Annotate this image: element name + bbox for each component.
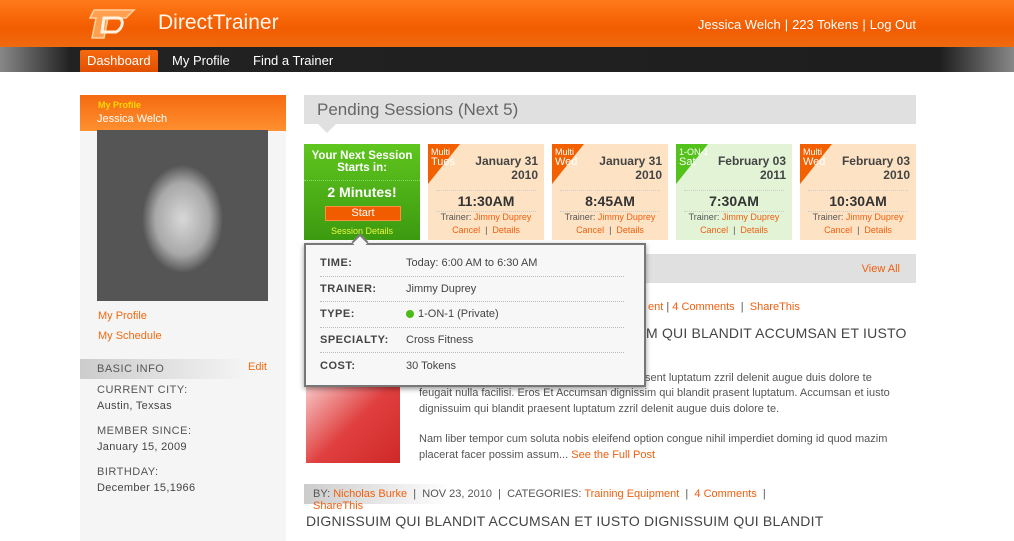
cancel-link[interactable]: Cancel — [824, 225, 852, 235]
post-meta: ent | 4 Comments | ShareThis — [648, 301, 800, 313]
sidebar-section-label: My Profile — [98, 100, 142, 110]
view-all-link[interactable]: View All — [862, 263, 900, 275]
session-actions: Cancel | Details — [452, 225, 520, 235]
session-time: 11:30AM — [436, 190, 536, 212]
my-profile-link[interactable]: My Profile — [98, 310, 147, 322]
session-type: Multi Tues — [431, 147, 456, 168]
post-title[interactable]: DIGNISSUIM QUI BLANDIT ACCUMSAN ET IUSTO… — [306, 513, 823, 529]
session-type: Multi Wed — [803, 147, 826, 168]
details-link[interactable]: Details — [740, 225, 768, 235]
nav-bar: Dashboard My Profile Find a Trainer — [0, 47, 1014, 72]
popup-row-specialty: SPECIALTY: Cross Fitness — [320, 328, 624, 353]
full-post-link[interactable]: See the Full Post — [571, 449, 655, 461]
session-trainer: Trainer: Jimmy Duprey — [440, 212, 532, 222]
field-value: December 15,1966 — [97, 482, 196, 494]
field-label: MEMBER SINCE: — [97, 425, 192, 437]
session-date: February 03 2011 — [717, 154, 786, 182]
details-link[interactable]: Details — [616, 225, 644, 235]
post-thumbnail — [306, 385, 400, 463]
nav-find-trainer[interactable]: Find a Trainer — [246, 50, 340, 72]
logout-link[interactable]: Log Out — [870, 17, 916, 32]
nav-dashboard[interactable]: Dashboard — [80, 50, 158, 72]
share-link[interactable]: ShareThis — [750, 301, 800, 313]
field-value: Austin, Texsas — [97, 400, 172, 412]
post-date: NOV 23, 2010 — [422, 488, 492, 500]
trainer-link[interactable]: Jimmy Duprey — [598, 212, 656, 222]
author-link[interactable]: Nicholas Burke — [333, 488, 407, 500]
tokens-link[interactable]: 223 Tokens — [792, 17, 858, 32]
cancel-link[interactable]: Cancel — [576, 225, 604, 235]
field-value: January 15, 2009 — [97, 441, 187, 453]
cancel-link[interactable]: Cancel — [700, 225, 728, 235]
session-type: 1-ON-1 Sat — [679, 147, 709, 168]
session-card: Multi Tues January 31 2010 11:30AM Trainer… — [428, 144, 544, 240]
popup-row-trainer: TRAINER: Jimmy Duprey — [320, 277, 624, 302]
countdown: 2 Minutes! — [304, 180, 420, 200]
post-text: sent luptatum zzril delenit augue duis d… — [645, 372, 872, 384]
details-link[interactable]: Details — [492, 225, 520, 235]
session-date: January 31 2010 — [599, 154, 662, 182]
session-date: January 31 2010 — [475, 154, 538, 182]
share-link[interactable]: ShareThis — [313, 500, 363, 512]
session-date: February 03 2010 — [841, 154, 910, 182]
next-session-card: Your Next Session Starts in: 2 Minutes! … — [304, 144, 420, 240]
post-meta-bar: BY: Nicholas Burke | NOV 23, 2010 | CATE… — [304, 484, 794, 512]
comments-link[interactable]: 4 Comments — [672, 301, 734, 313]
blog-header-bar: View All — [645, 254, 916, 283]
start-button[interactable]: Start — [325, 206, 401, 221]
session-details-popup: TIME: Today: 6:00 AM to 6:30 AM TRAINER: J… — [304, 243, 646, 387]
popup-row-time: TIME: Today: 6:00 AM to 6:30 AM — [320, 251, 624, 277]
session-time: 10:30AM — [808, 190, 908, 212]
profile-photo — [97, 130, 268, 301]
comments-link[interactable]: 4 Comments — [694, 488, 756, 500]
user-bar: Jessica Welch | 223 Tokens | Log Out — [698, 17, 916, 32]
session-card: Multi Wed January 31 2010 8:45AM Trainer: … — [552, 144, 668, 240]
details-link[interactable]: Details — [864, 225, 892, 235]
trainer-link[interactable]: Jimmy Duprey — [474, 212, 532, 222]
session-actions: Cancel | Details — [824, 225, 892, 235]
session-actions: Cancel | Details — [576, 225, 644, 235]
session-time: 8:45AM — [560, 190, 660, 212]
sidebar-header: My Profile Jessica Welch — [80, 95, 286, 131]
edit-link[interactable]: Edit — [248, 361, 267, 373]
brand-name[interactable]: DirectTrainer — [158, 11, 279, 35]
session-trainer: Trainer: Jimmy Duprey — [688, 212, 780, 222]
post-excerpt: Nam liber tempor cum soluta nobis eleife… — [419, 433, 888, 461]
session-card: 1-ON-1 Sat February 03 2011 7:30AM Trainer… — [676, 144, 792, 240]
field-label: CURRENT CITY: — [97, 384, 188, 396]
basic-info-heading: BASIC INFO — [97, 363, 165, 375]
session-details-link[interactable]: Session Details — [304, 226, 420, 236]
cancel-link[interactable]: Cancel — [452, 225, 480, 235]
session-trainer: Trainer: Jimmy Duprey — [564, 212, 656, 222]
nav-my-profile[interactable]: My Profile — [165, 50, 237, 72]
basic-info-bar: BASIC INFO — [80, 359, 250, 379]
session-type: Multi Wed — [555, 147, 578, 168]
user-name-link[interactable]: Jessica Welch — [698, 17, 781, 32]
trainer-link[interactable]: Jimmy Duprey — [846, 212, 904, 222]
category-link[interactable]: ent — [648, 301, 663, 313]
trainer-link[interactable]: Jimmy Duprey — [722, 212, 780, 222]
next-line1: Your Next Session — [311, 150, 413, 162]
post-text: feugait nulla facilisi. Eros Et Accumsan… — [419, 387, 890, 415]
pending-sessions-title: Pending Sessions (Next 5) — [304, 95, 916, 124]
profile-name: Jessica Welch — [97, 113, 168, 125]
status-dot-icon — [406, 310, 414, 319]
separator: | — [784, 17, 789, 32]
next-line2: Starts in: — [337, 162, 387, 174]
session-trainer: Trainer: Jimmy Duprey — [812, 212, 904, 222]
post-title[interactable]: M QUI BLANDIT ACCUMSAN ET IUSTO — [646, 325, 907, 341]
popup-row-type: TYPE: 1-ON-1 (Private) — [320, 302, 624, 328]
field-label: BIRTHDAY: — [97, 466, 159, 478]
popup-row-cost: COST: 30 Tokens — [320, 359, 456, 372]
session-actions: Cancel | Details — [700, 225, 768, 235]
logo-icon[interactable] — [86, 4, 142, 42]
category-link[interactable]: Training Equipment — [584, 488, 679, 500]
separator: | — [862, 17, 866, 32]
session-card: Multi Wed February 03 2010 10:30AM Trainer… — [800, 144, 916, 240]
my-schedule-link[interactable]: My Schedule — [98, 330, 162, 342]
session-time: 7:30AM — [684, 190, 784, 212]
title-pointer — [318, 124, 336, 133]
